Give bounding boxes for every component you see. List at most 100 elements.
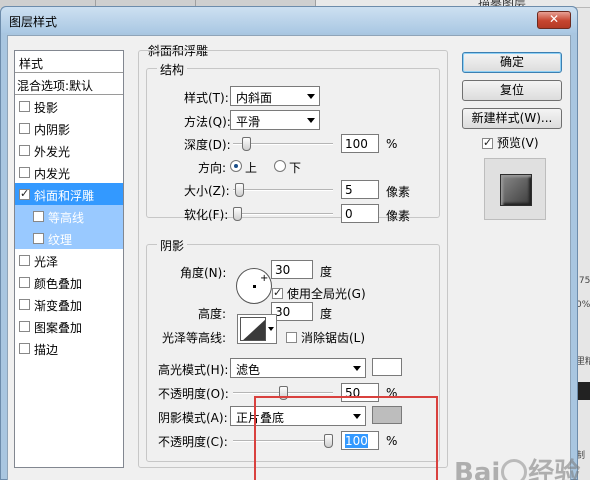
style-item-label: 光泽 xyxy=(34,255,59,269)
angle-input[interactable]: 30 xyxy=(271,260,313,279)
background-chip: .75 xyxy=(576,276,590,286)
contour-curve-icon xyxy=(240,317,266,341)
dialog-titlebar[interactable]: 图层样式 ✕ xyxy=(1,7,577,33)
style-item-checkbox[interactable] xyxy=(33,233,44,244)
direction-up-label: 上 xyxy=(245,161,258,175)
reset-button[interactable]: 复位 xyxy=(462,80,562,101)
preview-label: 预览(V) xyxy=(497,136,539,150)
crosshair-icon: + xyxy=(260,273,269,284)
style-item-label: 渐变叠加 xyxy=(34,299,83,313)
gloss-contour-label: 光泽等高线: xyxy=(162,331,227,345)
direction-down-label: 下 xyxy=(289,161,302,175)
style-item-label: 斜面和浮雕 xyxy=(34,189,95,203)
style-item-label: 颜色叠加 xyxy=(34,277,83,291)
shading-title: 阴影 xyxy=(157,237,188,254)
antialias-label: 消除锯齿(L) xyxy=(301,331,366,345)
highlight-mode-value: 滤色 xyxy=(236,363,261,377)
altitude-input[interactable]: 30 xyxy=(271,302,313,321)
style-item[interactable]: 光泽 xyxy=(15,249,123,271)
style-item-checkbox[interactable] xyxy=(19,255,30,266)
style-item[interactable]: 等高线 xyxy=(15,205,123,227)
style-item-label: 纹理 xyxy=(48,233,73,247)
global-light-checkbox[interactable] xyxy=(272,286,283,299)
style-items: 投影内阴影外发光内发光斜面和浮雕等高线纹理光泽颜色叠加渐变叠加图案叠加描边 xyxy=(15,95,123,359)
technique-value: 平滑 xyxy=(236,115,261,129)
ok-button[interactable]: 确定 xyxy=(462,52,562,73)
style-item[interactable]: 颜色叠加 xyxy=(15,271,123,293)
style-label: 样式(T): xyxy=(184,91,229,105)
preview-checkbox[interactable] xyxy=(482,136,493,149)
blend-options-item[interactable]: 混合选项:默认 xyxy=(15,73,123,95)
highlight-mode-dropdown[interactable]: 滤色 xyxy=(230,358,366,378)
close-button[interactable]: ✕ xyxy=(537,11,571,29)
gloss-contour-picker[interactable] xyxy=(237,314,277,344)
angle-unit: 度 xyxy=(320,265,333,279)
style-item-checkbox[interactable] xyxy=(19,123,30,134)
dialog-title: 图层样式 xyxy=(9,15,58,29)
size-input[interactable]: 5 xyxy=(341,180,379,199)
style-list: 样式 混合选项:默认 投影内阴影外发光内发光斜面和浮雕等高线纹理光泽颜色叠加渐变… xyxy=(14,50,124,468)
slider-thumb[interactable] xyxy=(242,137,251,151)
highlight-color-swatch[interactable] xyxy=(372,358,402,376)
direction-up-radio[interactable] xyxy=(230,160,242,172)
style-item[interactable]: 外发光 xyxy=(15,139,123,161)
chevron-down-icon xyxy=(307,94,315,99)
depth-slider[interactable] xyxy=(233,137,333,151)
style-item[interactable]: 内阴影 xyxy=(15,117,123,139)
highlight-mode-label: 高光模式(H): xyxy=(158,363,229,377)
soften-slider[interactable] xyxy=(233,207,333,221)
depth-input[interactable]: 100 xyxy=(341,134,379,153)
style-item[interactable]: 纹理 xyxy=(15,227,123,249)
style-item-checkbox[interactable] xyxy=(19,101,30,112)
new-style-button[interactable]: 新建样式(W)... xyxy=(462,108,562,129)
style-item-label: 图案叠加 xyxy=(34,321,83,335)
shadow-mode-label: 阴影模式(A): xyxy=(158,411,228,425)
style-item-checkbox[interactable] xyxy=(19,343,30,354)
background-chip: 里精 xyxy=(576,357,590,367)
chevron-down-icon xyxy=(266,315,276,343)
background-chip: 0% xyxy=(576,300,590,310)
size-slider[interactable] xyxy=(233,183,333,197)
technique-dropdown[interactable]: 平滑 xyxy=(230,110,320,130)
size-label: 大小(Z): xyxy=(184,184,230,198)
soften-label: 软化(F): xyxy=(184,208,229,222)
style-item-checkbox[interactable] xyxy=(19,167,30,178)
altitude-unit: 度 xyxy=(320,307,333,321)
slider-track xyxy=(233,213,333,215)
style-item-checkbox[interactable] xyxy=(19,145,30,156)
slider-thumb[interactable] xyxy=(235,183,244,197)
style-item-checkbox[interactable] xyxy=(19,187,30,200)
style-item-checkbox[interactable] xyxy=(19,321,30,332)
highlight-opacity-label: 不透明度(O): xyxy=(158,387,229,401)
paw-icon xyxy=(501,459,528,480)
bevel-style-dropdown[interactable]: 内斜面 xyxy=(230,86,320,106)
baidu-watermark-logo: Bai 经验 xyxy=(454,452,580,480)
style-item[interactable]: 斜面和浮雕 xyxy=(15,183,123,205)
style-item-checkbox[interactable] xyxy=(19,277,30,288)
style-item[interactable]: 投影 xyxy=(15,95,123,117)
style-item-label: 外发光 xyxy=(34,145,71,159)
style-item-checkbox[interactable] xyxy=(19,299,30,310)
angle-dot xyxy=(253,285,256,288)
style-item[interactable]: 图案叠加 xyxy=(15,315,123,337)
style-item[interactable]: 描边 xyxy=(15,337,123,359)
style-item-checkbox[interactable] xyxy=(33,211,44,222)
layer-style-dialog: 图层样式 ✕ 样式 混合选项:默认 投影内阴影外发光内发光斜面和浮雕等高线纹理光… xyxy=(0,6,580,480)
shadow-opacity-label: 不透明度(C): xyxy=(158,435,228,449)
style-item-label: 投影 xyxy=(34,101,59,115)
bevel-style-value: 内斜面 xyxy=(236,91,273,105)
direction-down-radio[interactable] xyxy=(274,160,286,172)
background-dark-bar xyxy=(576,382,590,400)
depth-unit: % xyxy=(386,137,398,151)
antialias-checkbox[interactable] xyxy=(286,332,297,343)
style-item[interactable]: 渐变叠加 xyxy=(15,293,123,315)
direction-label: 方向: xyxy=(198,161,227,175)
style-list-header[interactable]: 样式 xyxy=(15,51,123,73)
angle-dial[interactable]: + xyxy=(236,268,272,304)
style-preview xyxy=(484,158,546,220)
style-item-label: 内阴影 xyxy=(34,123,71,137)
soften-input[interactable]: 0 xyxy=(341,204,379,223)
style-item[interactable]: 内发光 xyxy=(15,161,123,183)
slider-thumb[interactable] xyxy=(233,207,242,221)
style-item-label: 描边 xyxy=(34,343,59,357)
